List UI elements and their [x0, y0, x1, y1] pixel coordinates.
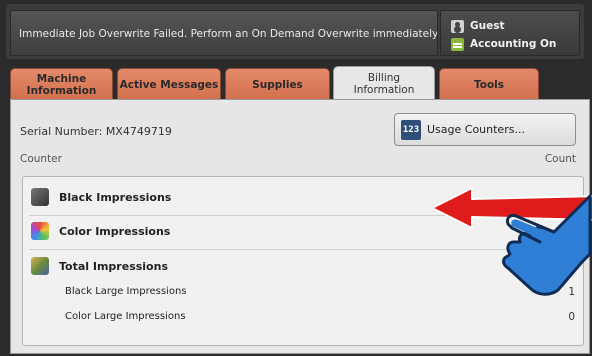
usage-counters-button[interactable]: 123 Usage Counters...	[394, 113, 576, 146]
color-impressions-icon	[31, 222, 49, 240]
total-impressions-icon	[31, 257, 49, 275]
status-bar: Immediate Job Overwrite Failed. Perform …	[6, 4, 584, 59]
counter-label: Black Impressions	[59, 191, 172, 204]
counter-label: Black Large Impressions	[65, 286, 187, 297]
pointing-hand-icon	[502, 194, 592, 296]
accounting-icon	[451, 37, 464, 51]
count-column-header: Count	[544, 153, 576, 165]
serial-number: Serial Number: MX4749719	[20, 125, 172, 138]
tab-tools[interactable]: Tools	[439, 68, 539, 100]
usage-counters-label: Usage Counters...	[427, 123, 525, 136]
counter-label: Color Impressions	[59, 225, 171, 238]
accounting-row: Accounting On	[451, 36, 556, 52]
black-impressions-icon	[31, 188, 49, 206]
tab-bar: Machine Information Active Messages Suppl…	[10, 66, 540, 100]
user-name: Guest	[470, 20, 505, 32]
guest-row: Guest	[451, 18, 504, 34]
status-message[interactable]: Immediate Job Overwrite Failed. Perform …	[10, 10, 438, 56]
counter-value: 0	[568, 311, 575, 323]
user-status-panel[interactable]: Guest Accounting On	[440, 10, 580, 56]
counter-column-header: Counter	[20, 153, 62, 165]
tab-active-messages[interactable]: Active Messages	[117, 68, 221, 100]
tab-billing-information[interactable]: Billing Information	[333, 66, 435, 100]
accounting-status: Accounting On	[470, 38, 557, 50]
calculator-icon: 123	[401, 119, 421, 140]
user-icon	[451, 19, 464, 33]
counter-label: Color Large Impressions	[65, 311, 186, 322]
counter-label: Total Impressions	[59, 260, 168, 273]
tab-machine-information[interactable]: Machine Information	[10, 68, 113, 100]
counter-row-color-large[interactable]: Color Large Impressions 0	[23, 303, 583, 331]
tab-supplies[interactable]: Supplies	[225, 68, 330, 100]
